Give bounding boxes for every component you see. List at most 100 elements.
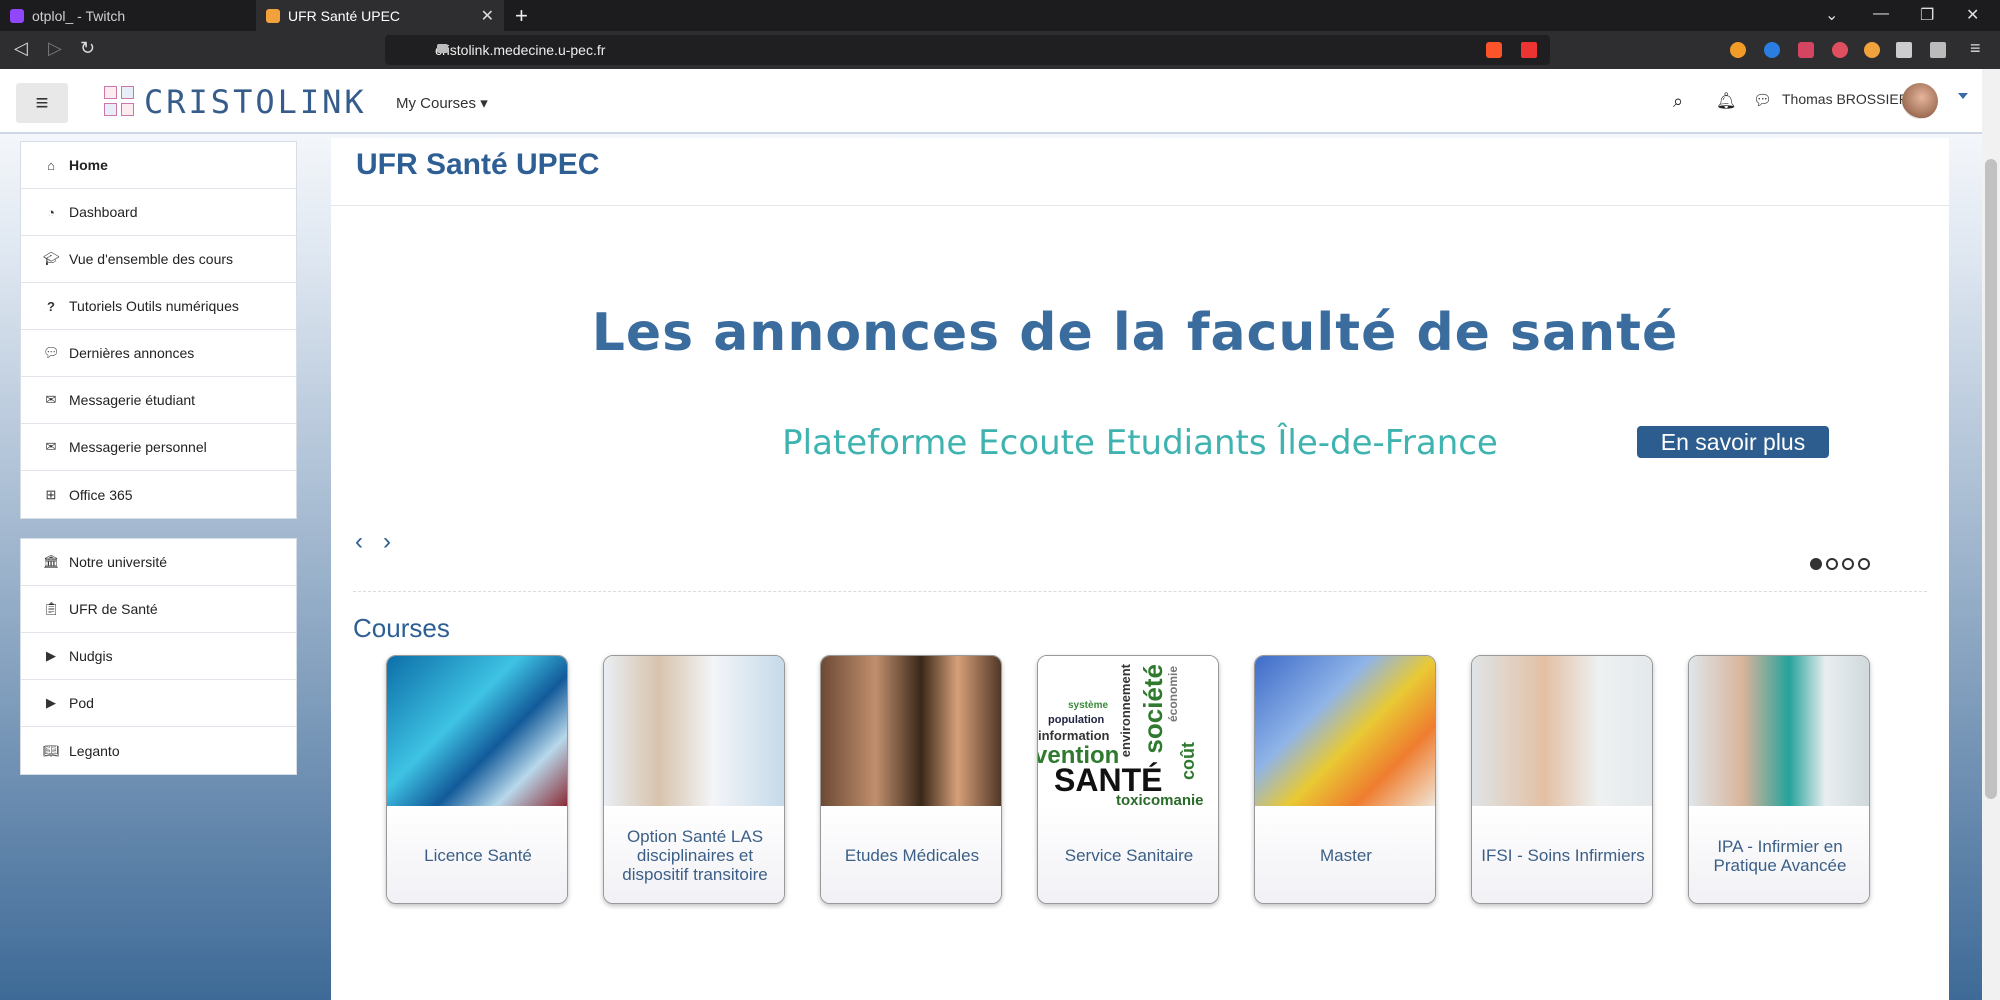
brave-rewards-icon[interactable] xyxy=(1521,42,1537,58)
extension-icon[interactable] xyxy=(1798,42,1814,58)
extensions-puzzle-icon[interactable] xyxy=(1896,42,1912,58)
windows-icon: ⊞ xyxy=(45,486,57,502)
course-image xyxy=(387,656,567,806)
sidebar-item-label: Tutoriels Outils numériques xyxy=(69,298,239,314)
comments-icon: 💬︎ xyxy=(43,345,60,360)
extension-icon[interactable] xyxy=(1764,42,1780,58)
bell-icon[interactable]: 🔔︎ xyxy=(1716,91,1736,111)
wallet-icon[interactable] xyxy=(1930,42,1946,58)
tab-title: otplol_ - Twitch xyxy=(32,7,126,24)
divider xyxy=(353,591,1927,592)
wordcloud-word: coût xyxy=(1178,742,1198,780)
sidebar-item-office365[interactable]: ⊞ Office 365 xyxy=(21,471,296,518)
extension-icon[interactable] xyxy=(1864,42,1880,58)
search-icon[interactable]: ⌕ xyxy=(1673,91,1683,112)
extension-icon[interactable] xyxy=(1730,42,1746,58)
course-image xyxy=(1472,656,1652,806)
course-card-master[interactable]: Master xyxy=(1254,655,1436,904)
course-label: IFSI - Soins Infirmiers xyxy=(1472,806,1652,903)
sidebar-item-label: Nudgis xyxy=(69,648,113,664)
wordcloud-word: économie xyxy=(1166,666,1180,723)
sidebar-item-label: Dashboard xyxy=(69,204,138,220)
course-card-ipa[interactable]: IPA - Infirmier en Pratique Avancée xyxy=(1688,655,1870,904)
sidebar-links-nav: 🏛︎ Notre université 📋︎ UFR de Santé ▶ Nudgi… xyxy=(20,538,297,775)
user-name[interactable]: Thomas BROSSIER xyxy=(1782,91,1909,107)
site-favicon-icon xyxy=(266,8,280,23)
university-icon: 🏛︎ xyxy=(43,554,60,569)
book-icon: 📖︎ xyxy=(43,742,60,758)
avatar[interactable] xyxy=(1902,83,1938,119)
sidebar-item-label: Leganto xyxy=(69,742,120,759)
my-courses-menu[interactable]: My Courses ▾ xyxy=(396,94,488,112)
hamburger-menu-button[interactable]: ≡ xyxy=(16,83,68,123)
course-card-option-sante-las[interactable]: Option Santé LAS disciplinaires et dispo… xyxy=(603,655,785,904)
course-label: IPA - Infirmier en Pratique Avancée xyxy=(1689,806,1869,903)
tab-ufr-sante[interactable]: UFR Santé UPEC ✕ xyxy=(256,0,504,31)
restore-button[interactable]: ❐ xyxy=(1920,5,1934,25)
back-button[interactable]: ◁ xyxy=(14,38,28,59)
sidebar-item-staff-mail[interactable]: ✉ Messagerie personnel xyxy=(21,424,296,471)
question-icon: ? xyxy=(47,298,55,314)
course-image xyxy=(821,656,1001,806)
slider-heading: Les annonces de la faculté de santé xyxy=(591,303,1679,363)
scrollbar-thumb[interactable] xyxy=(1985,159,1997,799)
user-menu-caret-icon[interactable] xyxy=(1958,93,1968,99)
sidebar-item-label: Home xyxy=(69,157,108,173)
play-circle-icon: ▶ xyxy=(46,695,56,710)
course-card-ifsi[interactable]: IFSI - Soins Infirmiers xyxy=(1471,655,1653,904)
home-icon: ⌂ xyxy=(47,157,55,173)
sidebar-item-label: Dernières annonces xyxy=(69,345,195,361)
menu-icon[interactable]: ≡ xyxy=(1970,38,1981,59)
course-image-wordcloud: système population information vention S… xyxy=(1038,656,1218,806)
course-card-service-sanitaire[interactable]: système population information vention S… xyxy=(1037,655,1219,904)
sidebar-item-announcements[interactable]: 💬︎ Dernières annonces xyxy=(21,330,296,377)
minimize-button[interactable]: — xyxy=(1873,5,1889,23)
sidebar-item-nudgis[interactable]: ▶ Nudgis xyxy=(21,633,296,680)
tab-search-chevron-icon[interactable]: ⌄ xyxy=(1825,5,1838,25)
sidebar-item-label: Messagerie personnel xyxy=(69,439,207,455)
reload-button[interactable]: ↻ xyxy=(80,38,95,59)
divider xyxy=(331,205,1949,206)
sidebar-item-dashboard[interactable]: ◔ Dashboard xyxy=(21,189,296,236)
course-image xyxy=(604,656,784,806)
sidebar-item-university[interactable]: 🏛︎ Notre université xyxy=(21,539,296,586)
envelope-icon: ✉ xyxy=(45,439,57,454)
carousel-dot[interactable] xyxy=(1842,558,1854,570)
learn-more-button[interactable]: En savoir plus xyxy=(1637,426,1829,458)
course-label: Option Santé LAS disciplinaires et dispo… xyxy=(604,806,784,903)
new-tab-button[interactable]: + xyxy=(515,3,528,29)
close-tab-icon[interactable]: ✕ xyxy=(481,6,494,26)
sidebar-item-tutorials[interactable]: ? Tutoriels Outils numériques xyxy=(21,283,296,330)
sidebar-item-home[interactable]: ⌂ Home xyxy=(21,142,296,189)
course-card-etudes-medicales[interactable]: Etudes Médicales xyxy=(820,655,1002,904)
sidebar-item-leganto[interactable]: 📖︎ Leganto xyxy=(21,727,296,774)
close-window-button[interactable]: ✕ xyxy=(1966,5,1979,25)
envelope-icon: ✉ xyxy=(45,392,57,407)
carousel-prev-icon[interactable]: ‹ xyxy=(355,528,363,556)
wordcloud-word: environnement xyxy=(1118,664,1133,758)
logo-icon[interactable] xyxy=(104,86,136,118)
course-label: Service Sanitaire xyxy=(1038,806,1218,903)
sidebar-item-label: Pod xyxy=(69,695,94,711)
extension-icon[interactable] xyxy=(1832,42,1848,58)
lock-icon[interactable] xyxy=(437,44,448,53)
brave-shield-icon[interactable] xyxy=(1486,42,1502,58)
tab-twitch[interactable]: otplol_ - Twitch xyxy=(0,0,255,31)
courses-heading: Courses xyxy=(353,613,450,643)
sidebar-item-course-overview[interactable]: 🎓︎ Vue d'ensemble des cours xyxy=(21,236,296,283)
course-card-licence-sante[interactable]: Licence Santé xyxy=(386,655,568,904)
carousel-dot[interactable] xyxy=(1810,558,1822,570)
logo-text[interactable]: CRISTOLINK xyxy=(144,83,367,121)
sidebar-item-label: Office 365 xyxy=(69,486,133,503)
sidebar-item-ufr-sante[interactable]: 📋︎ UFR de Santé xyxy=(21,586,296,633)
sidebar-item-student-mail[interactable]: ✉ Messagerie étudiant xyxy=(21,377,296,424)
carousel-dot[interactable] xyxy=(1858,558,1870,570)
carousel-dot[interactable] xyxy=(1826,558,1838,570)
chat-icon[interactable]: 💬︎ xyxy=(1753,91,1772,109)
carousel-next-icon[interactable]: › xyxy=(383,528,391,556)
course-image xyxy=(1689,656,1869,806)
forward-button[interactable]: ▷ xyxy=(48,38,62,59)
address-bar[interactable]: cristolink.medecine.u-pec.fr xyxy=(385,35,1550,65)
sidebar-item-label: UFR de Santé xyxy=(69,601,158,617)
sidebar-item-pod[interactable]: ▶ Pod xyxy=(21,680,296,727)
